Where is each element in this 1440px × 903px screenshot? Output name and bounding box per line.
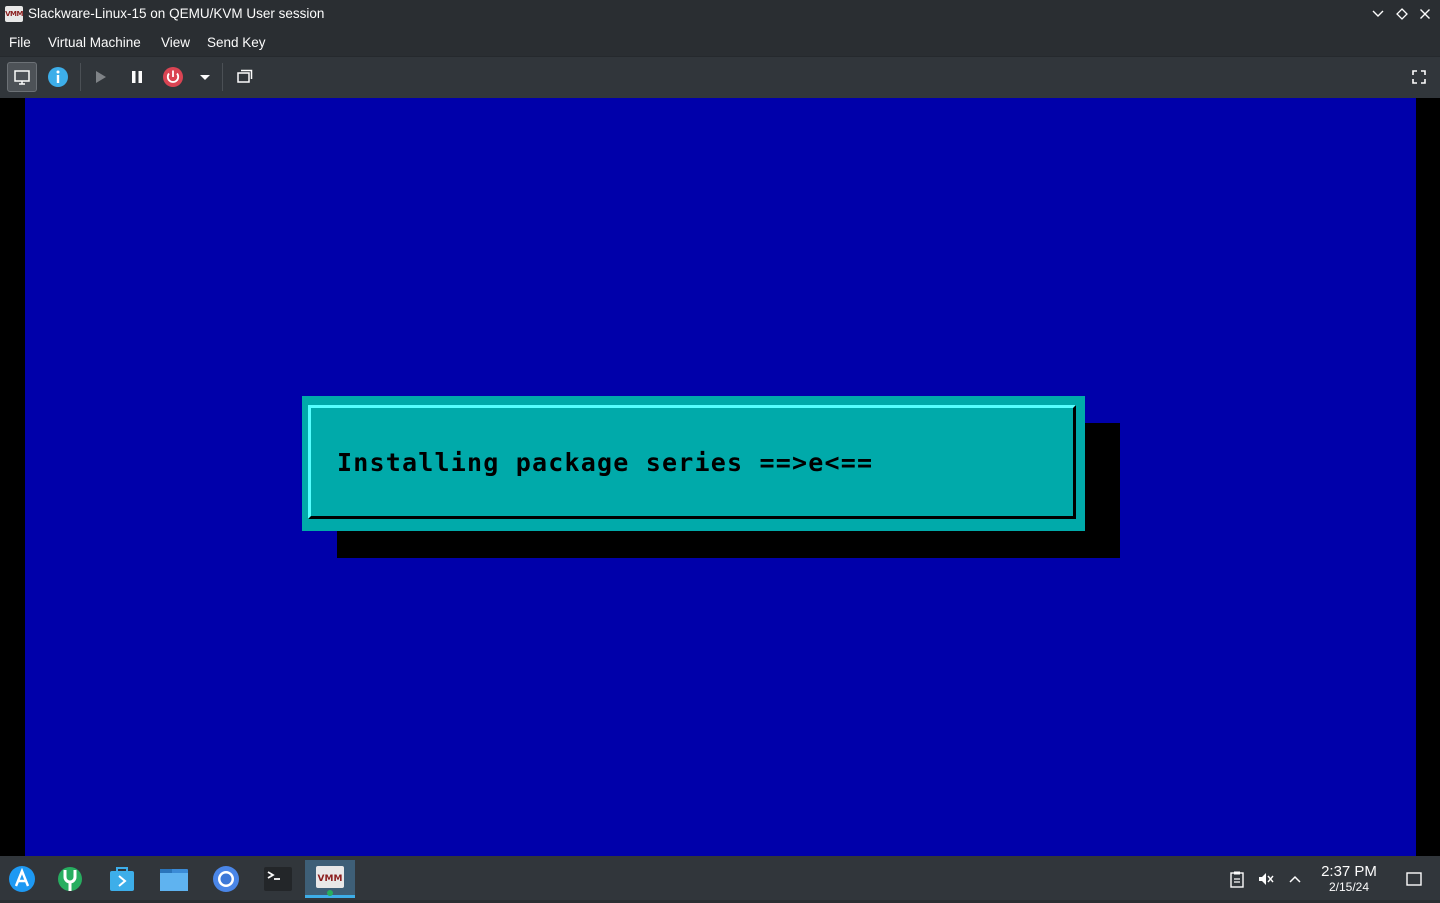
menu-bar: File Virtual Machine View Send Key <box>0 28 1440 56</box>
menu-file[interactable]: File <box>9 35 31 50</box>
maximize-button[interactable] <box>1394 6 1410 22</box>
clipboard-icon[interactable] <box>1228 870 1246 888</box>
volume-muted-icon[interactable] <box>1257 870 1275 888</box>
virt-manager-app-icon: VMM <box>5 6 23 22</box>
chevron-up-icon[interactable] <box>1286 870 1304 888</box>
info-icon[interactable] <box>44 62 74 92</box>
taskbar: VMM 2:37 PM 2/15/24 <box>0 856 1440 900</box>
power-icon[interactable] <box>158 62 188 92</box>
terminal-icon[interactable] <box>259 860 297 898</box>
toolbar-separator <box>222 63 223 91</box>
install-progress-dialog: Installing package series ==>e<== <box>302 396 1085 531</box>
files-icon[interactable] <box>155 860 193 898</box>
minimize-button[interactable] <box>1370 6 1386 22</box>
title-bar: VMM Slackware-Linux-15 on QEMU/KVM User … <box>0 0 1440 28</box>
chromium-icon[interactable] <box>207 860 245 898</box>
toolbar-separator <box>80 63 81 91</box>
discover-icon[interactable] <box>51 860 89 898</box>
vm-screen[interactable]: Installing package series ==>e<== <box>25 98 1416 856</box>
menu-virtual-machine[interactable]: Virtual Machine <box>48 35 141 50</box>
run-icon[interactable] <box>86 62 116 92</box>
vm-display[interactable]: Installing package series ==>e<== <box>0 98 1440 856</box>
clock-time[interactable]: 2:37 PM <box>1312 863 1386 880</box>
dropdown-icon[interactable] <box>190 62 220 92</box>
virt-manager-task[interactable]: VMM <box>305 860 355 898</box>
virt-manager-icon: VMM <box>318 874 343 884</box>
menu-view[interactable]: View <box>161 35 190 50</box>
console-icon[interactable] <box>7 62 37 92</box>
pause-icon[interactable] <box>122 62 152 92</box>
toolbar <box>0 56 1440 98</box>
window-title: Slackware-Linux-15 on QEMU/KVM User sess… <box>28 6 325 21</box>
menu-send-key[interactable]: Send Key <box>207 35 266 50</box>
fullscreen-icon[interactable] <box>1404 62 1434 92</box>
close-button[interactable] <box>1417 6 1433 22</box>
launcher-icon[interactable] <box>3 860 41 898</box>
clock-date[interactable]: 2/15/24 <box>1312 880 1386 894</box>
store-icon[interactable] <box>103 860 141 898</box>
snapshots-icon[interactable] <box>229 62 259 92</box>
install-status-message: Installing package series ==>e<== <box>337 448 874 477</box>
show-desktop-icon[interactable] <box>1405 870 1423 888</box>
